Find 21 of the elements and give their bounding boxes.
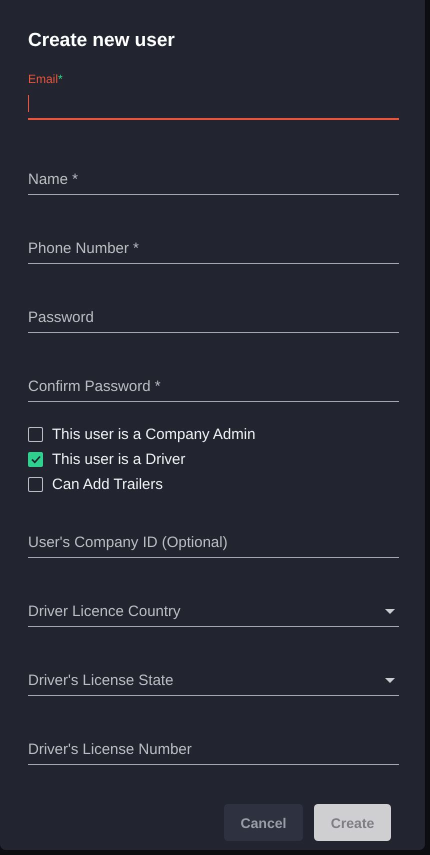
create-button[interactable]: Create	[314, 804, 391, 841]
dropdown-field[interactable]: Driver's License State	[28, 672, 399, 696]
checkbox-label: Can Add Trailers	[52, 476, 163, 493]
dropdown-field[interactable]: Driver Licence Country	[28, 603, 399, 627]
cancel-button[interactable]: Cancel	[224, 804, 303, 841]
checkbox-label: This user is a Company Admin	[52, 426, 256, 443]
checkbox-label: This user is a Driver	[52, 451, 186, 468]
input-field[interactable]: Driver's License Number	[28, 741, 399, 765]
field-label: Email*	[28, 72, 63, 86]
input-field[interactable]: User's Company ID (Optional)	[28, 534, 399, 558]
check-icon	[30, 455, 40, 464]
checkbox[interactable]	[28, 452, 43, 467]
checkbox[interactable]	[28, 427, 43, 442]
input-field[interactable]: Password	[28, 309, 399, 333]
caret-icon	[385, 678, 395, 683]
input-field[interactable]: Phone Number *	[28, 240, 399, 264]
input-field[interactable]: Confirm Password *	[28, 378, 399, 402]
dialog-title: Create new user	[28, 30, 176, 52]
checkbox[interactable]	[28, 477, 43, 492]
caret-icon	[385, 609, 395, 614]
input-field[interactable]: Name *	[28, 171, 399, 195]
